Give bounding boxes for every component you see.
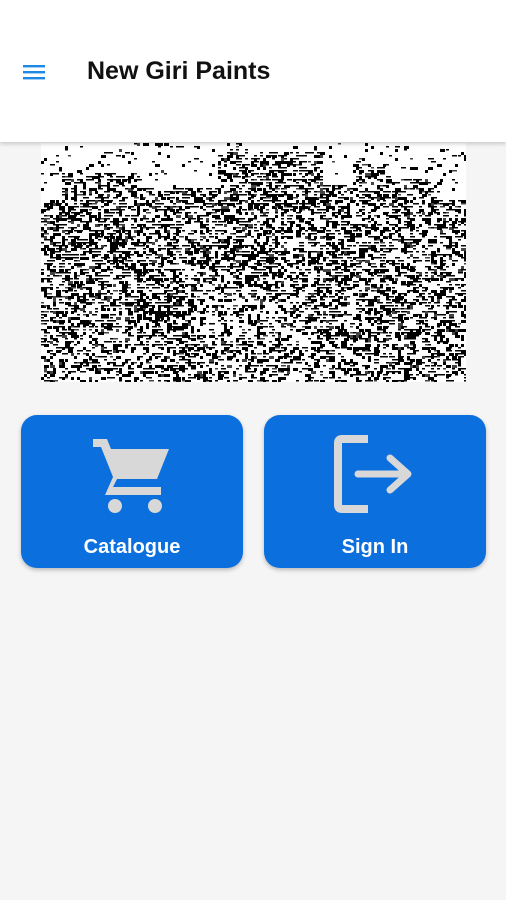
catalogue-button[interactable]: Catalogue [21, 415, 243, 568]
banner-image [41, 143, 466, 382]
app-title: New Giri Paints [87, 57, 271, 85]
hamburger-menu-icon [23, 65, 45, 80]
shopping-cart-icon [89, 433, 175, 524]
building-banner-image [41, 143, 466, 382]
sign-in-icon [332, 433, 418, 524]
sign-in-label: Sign In [341, 536, 409, 558]
app-bar: New Giri Paints [0, 0, 506, 142]
sign-in-button[interactable]: Sign In [264, 415, 486, 568]
catalogue-label: Catalogue [83, 536, 181, 558]
menu-button[interactable] [14, 54, 54, 90]
